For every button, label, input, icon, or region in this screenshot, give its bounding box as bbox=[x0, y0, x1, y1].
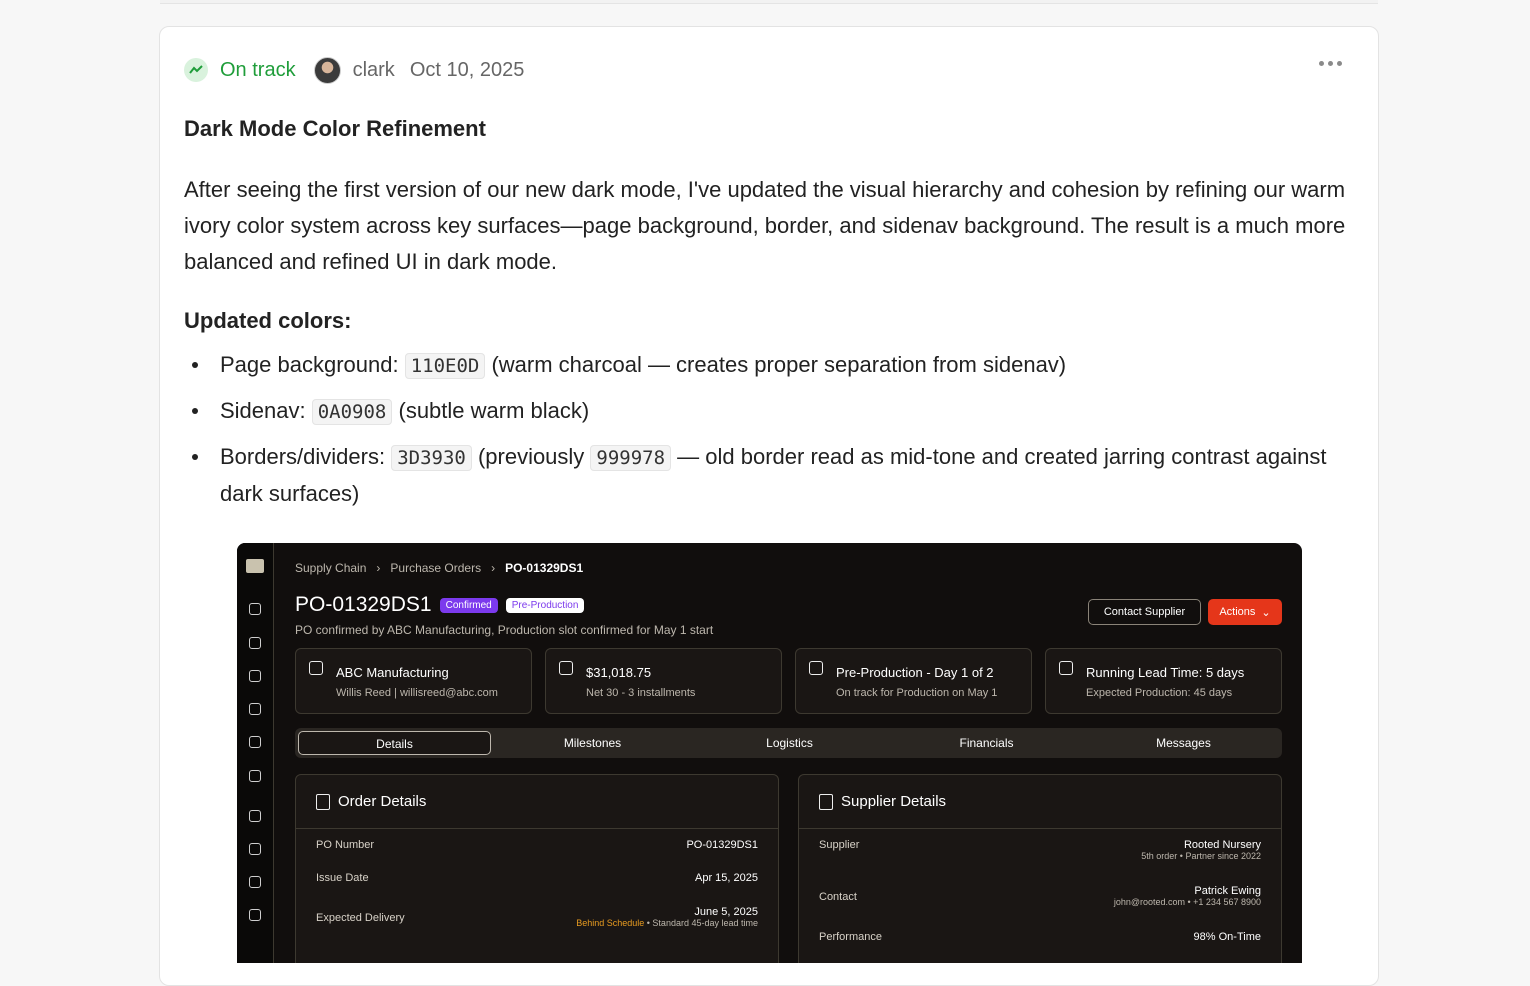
logo-icon bbox=[246, 559, 264, 573]
post-subhead: Updated colors: bbox=[184, 308, 352, 333]
status-badge: Confirmed bbox=[439, 597, 498, 613]
refresh-icon bbox=[249, 909, 261, 921]
more-options-icon[interactable] bbox=[1319, 61, 1342, 66]
tab-milestones: Milestones bbox=[563, 736, 622, 750]
trend-up-icon bbox=[184, 58, 208, 82]
list-item: Sidenav: 0A0908 (subtle warm black) bbox=[184, 393, 1354, 430]
stat-card: Pre-Production - Day 1 of 2 On track for … bbox=[795, 648, 1032, 714]
post-body: After seeing the first version of our ne… bbox=[184, 177, 1346, 274]
trend-icon bbox=[249, 703, 261, 715]
color-list: Page background: 110E0D (warm charcoal —… bbox=[184, 347, 1354, 521]
award-icon bbox=[249, 843, 261, 855]
tag-icon bbox=[249, 770, 261, 782]
post-date: Oct 10, 2025 bbox=[409, 58, 525, 81]
breadcrumb: Supply Chain › Purchase Orders › PO-01329D… bbox=[295, 561, 584, 575]
stat-card: $31,018.75 Net 30 - 3 installments bbox=[545, 648, 782, 714]
embedded-screenshot: Supply Chain › Purchase Orders › PO-01329D… bbox=[237, 543, 1302, 963]
previous-card-edge bbox=[160, 0, 1378, 4]
tab-logistics: Logistics bbox=[766, 736, 813, 750]
status-label[interactable]: On track bbox=[220, 59, 296, 82]
building-icon bbox=[249, 810, 261, 822]
list-item: Borders/dividers: 3D3930 (previously 999… bbox=[184, 439, 1354, 512]
post-meta: On track clark Oct 10, 2025 bbox=[184, 55, 524, 85]
actions-button: Actions ⌄ bbox=[1208, 599, 1282, 625]
post-title: Dark Mode Color Refinement bbox=[184, 116, 486, 141]
sidenav bbox=[237, 543, 274, 963]
cart-icon bbox=[249, 876, 261, 888]
truck-icon bbox=[249, 736, 261, 748]
po-title: PO-01329DS1 Confirmed Pre-Production bbox=[295, 593, 585, 617]
building-icon bbox=[819, 793, 833, 810]
tab-messages: Messages bbox=[1156, 736, 1211, 750]
stat-card: Running Lead Time: 5 days Expected Produc… bbox=[1045, 648, 1282, 714]
update-card: On track clark Oct 10, 2025 Dark Mode Co… bbox=[159, 26, 1379, 986]
tab-details: Details bbox=[298, 731, 491, 755]
supplier-details-panel: Supplier Details Supplier Rooted Nursery 5… bbox=[798, 774, 1282, 963]
contact-supplier-button: Contact Supplier bbox=[1088, 599, 1201, 625]
author-name[interactable]: clark bbox=[353, 59, 395, 82]
tab-financials: Financials bbox=[959, 736, 1014, 750]
box-icon bbox=[249, 670, 261, 682]
avatar[interactable] bbox=[313, 56, 341, 84]
clipboard-icon bbox=[249, 637, 261, 649]
stage-badge: Pre-Production bbox=[505, 597, 585, 613]
chart-icon bbox=[249, 603, 261, 615]
stat-card: ABC Manufacturing Willis Reed | willisree… bbox=[295, 648, 532, 714]
list-item: Page background: 110E0D (warm charcoal —… bbox=[184, 347, 1354, 384]
document-icon bbox=[316, 793, 330, 810]
po-subtitle: PO confirmed by ABC Manufacturing, Produ… bbox=[295, 623, 714, 637]
tab-bar: Details Milestones Logistics Financials … bbox=[295, 728, 1282, 758]
order-details-panel: Order Details PO Number PO-01329DS1 Issue… bbox=[295, 774, 779, 963]
